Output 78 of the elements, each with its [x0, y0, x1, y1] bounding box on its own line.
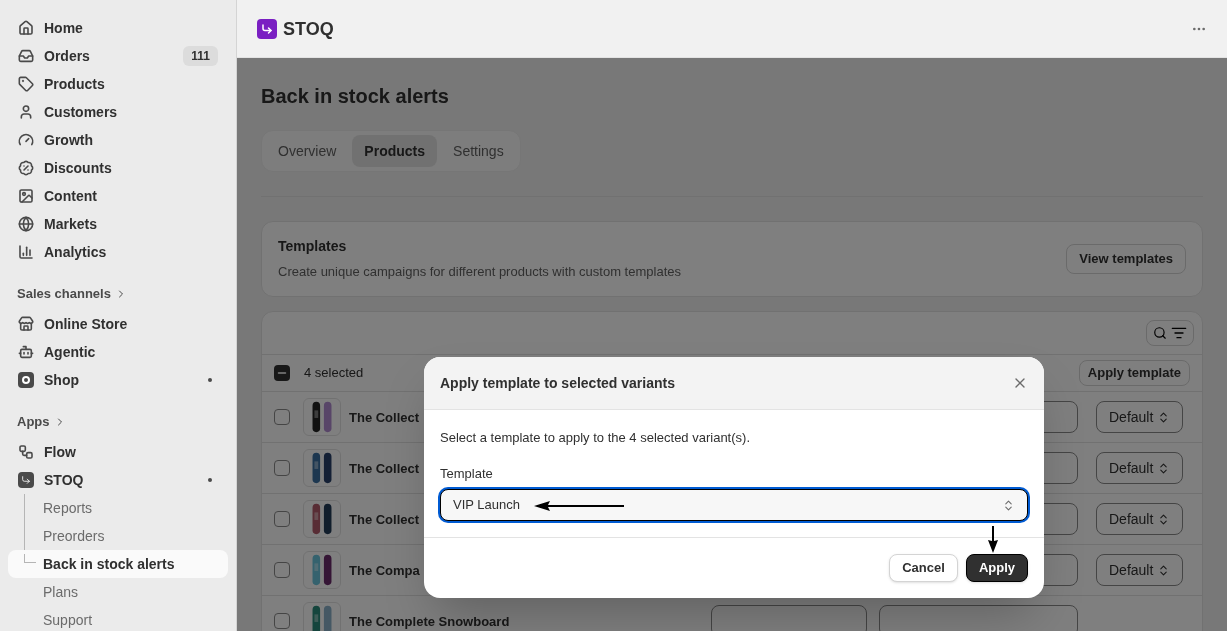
filter-icon	[1171, 325, 1187, 341]
view-templates-button[interactable]: View templates	[1066, 244, 1186, 274]
nav-subitem[interactable]: Reports	[8, 494, 228, 522]
bar-chart-icon	[18, 244, 34, 260]
select-chevron-icon	[1157, 461, 1170, 475]
select-chevron-icon	[1157, 563, 1170, 577]
checkbox[interactable]	[274, 409, 290, 425]
flow-icon	[18, 444, 34, 460]
template-select[interactable]: VIP Launch	[440, 489, 1028, 521]
select-all-checkbox[interactable]	[274, 365, 290, 381]
cancel-button[interactable]: Cancel	[889, 554, 958, 582]
inbox-icon	[18, 48, 34, 64]
input-field[interactable]	[879, 605, 1078, 631]
nav-item[interactable]: Home	[8, 14, 228, 42]
checkbox[interactable]	[274, 511, 290, 527]
apply-button[interactable]: Apply	[965, 554, 1028, 582]
selection-count: 4 selected	[304, 364, 364, 383]
input-field[interactable]	[711, 605, 867, 631]
section-heading[interactable]: Sales channels	[17, 284, 111, 304]
modal-title: Apply template to selected variants	[440, 374, 676, 393]
section-heading[interactable]: Apps	[17, 412, 50, 432]
nav-subitem[interactable]: Support	[8, 606, 228, 631]
nav-item[interactable]: Products	[8, 70, 228, 98]
field-label: Template	[440, 464, 494, 483]
image-icon	[18, 188, 34, 204]
search-filter-button[interactable]	[1146, 320, 1194, 346]
product-name: The Collect	[349, 410, 420, 425]
nav-item[interactable]: Discounts	[8, 154, 228, 182]
checkbox[interactable]	[274, 460, 290, 476]
template-select[interactable]: Default	[1096, 401, 1183, 433]
select-chevron-icon	[1157, 512, 1170, 526]
nav-item[interactable]: Agentic	[8, 338, 228, 366]
app-title: STOQ	[283, 17, 334, 41]
discount-badge-icon	[18, 160, 34, 176]
nav-subitem[interactable]: Plans	[8, 578, 228, 606]
card-title: Templates	[278, 237, 348, 257]
globe-icon	[18, 216, 34, 232]
annotation-arrow	[988, 526, 998, 553]
checkbox[interactable]	[274, 613, 290, 629]
shop-icon	[18, 372, 34, 388]
nav-item[interactable]: Orders 111	[8, 42, 228, 70]
nav-item[interactable]: Online Store	[8, 310, 228, 338]
tag-icon	[18, 76, 34, 92]
app-icon	[18, 472, 34, 488]
storefront-icon	[18, 316, 34, 332]
nav-item[interactable]: Flow	[8, 438, 228, 466]
person-icon	[18, 104, 34, 120]
template-select[interactable]: Default	[1096, 503, 1183, 535]
template-select[interactable]: Default	[1096, 452, 1183, 484]
product-name: The Complete Snowboard	[349, 614, 510, 629]
bot-icon	[18, 344, 34, 360]
product-name: The Compa	[349, 563, 420, 578]
home-icon	[18, 20, 34, 36]
nav-subitem[interactable]: Back in stock alerts	[8, 550, 228, 578]
nav-item[interactable]: Markets	[8, 210, 228, 238]
tab[interactable]: Products	[352, 135, 438, 167]
select-chevron-icon	[1157, 410, 1170, 424]
nav-item[interactable]: Customers	[8, 98, 228, 126]
checkbox[interactable]	[274, 562, 290, 578]
product-name: The Collect	[349, 461, 420, 476]
nav-item[interactable]: Analytics	[8, 238, 228, 266]
tree-arrow-icon	[24, 554, 36, 563]
count-badge: 111	[183, 46, 218, 66]
template-select[interactable]: Default	[1096, 554, 1183, 586]
page-title: Back in stock alerts	[261, 84, 450, 109]
product-name: The Collect	[349, 512, 420, 527]
search-icon	[1153, 326, 1167, 340]
nav-item[interactable]: STOQ	[8, 466, 228, 494]
app-logo-icon	[257, 18, 277, 39]
apply-template-button[interactable]: Apply template	[1078, 360, 1190, 386]
card-description: Create unique campaigns for different products with custom templates	[278, 263, 682, 282]
nav-item[interactable]: Shop	[8, 366, 228, 394]
nav-subitem[interactable]: Preorders	[8, 522, 228, 550]
nav-item[interactable]: Content	[8, 182, 228, 210]
modal-message: Select a template to apply to the 4 selected variant(s).	[440, 429, 751, 447]
gauge-icon	[18, 132, 34, 148]
select-chevron-icon	[1002, 498, 1015, 512]
nav-item[interactable]: Growth	[8, 126, 228, 154]
